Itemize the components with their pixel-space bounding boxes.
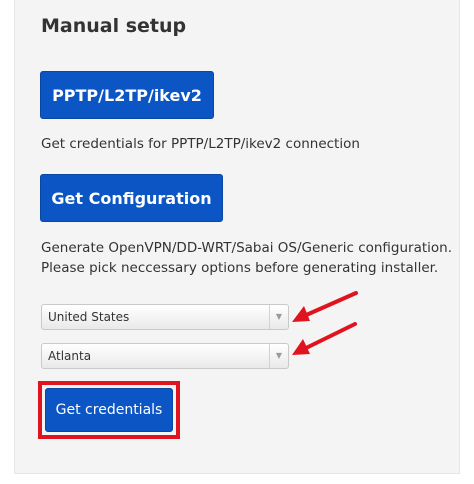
red-arrow-icon bbox=[292, 291, 358, 322]
annotation-arrows bbox=[292, 291, 358, 355]
red-arrow-icon bbox=[292, 322, 357, 355]
